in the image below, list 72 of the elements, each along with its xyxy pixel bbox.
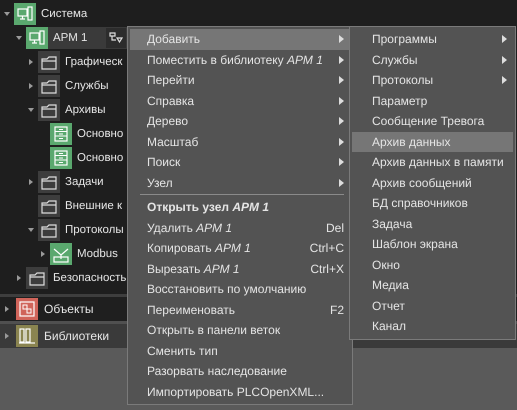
folder-icon: [38, 51, 60, 73]
menu-item[interactable]: Поиск: [130, 152, 350, 172]
tree-item[interactable]: Безопасность: [26, 267, 128, 289]
cabinet-icon: [50, 123, 72, 145]
menu-item[interactable]: Канал: [352, 316, 513, 336]
network-device-icon: [50, 243, 72, 265]
expand-arrow-icon[interactable]: [40, 251, 46, 257]
menu-item[interactable]: Сообщение Тревога: [352, 111, 513, 132]
menu-item[interactable]: Службы: [352, 50, 513, 70]
menu-item[interactable]: Удалить АРМ 1 Del: [130, 218, 350, 238]
tree-item[interactable]: Внешние к: [38, 195, 124, 217]
menu-item[interactable]: БД справочников: [352, 193, 513, 214]
menu-item[interactable]: Импортировать PLCOpenXML...: [130, 382, 350, 402]
computer-icon: [26, 27, 48, 49]
tree-item[interactable]: Службы: [38, 75, 111, 97]
collapse-arrow-icon[interactable]: [28, 227, 34, 233]
blocks-icon: [16, 298, 38, 320]
tree-item[interactable]: АРМ 1: [26, 27, 128, 49]
expand-arrow-icon[interactable]: [28, 59, 34, 65]
tree-item[interactable]: Основно: [50, 123, 126, 145]
folder-icon: [38, 75, 60, 97]
expand-arrow-icon[interactable]: [28, 83, 34, 89]
menu-item[interactable]: Копировать АРМ 1 Ctrl+C: [130, 238, 350, 258]
expand-arrow-icon[interactable]: [4, 333, 10, 339]
books-icon: [16, 325, 38, 347]
computer-icon: [14, 3, 36, 25]
menu-item[interactable]: Параметр: [352, 90, 513, 111]
collapse-arrow-icon[interactable]: [28, 107, 34, 113]
menu-item[interactable]: Задача: [352, 214, 513, 234]
tree-item[interactable]: Архивы: [38, 99, 108, 121]
menu-item[interactable]: Переименовать F2: [130, 300, 350, 320]
filter-button[interactable]: [106, 28, 126, 48]
menu-item[interactable]: Шаблон экрана: [352, 234, 513, 254]
tree-item[interactable]: Задачи: [38, 171, 106, 193]
menu-item[interactable]: Вырезать АРМ 1 Ctrl+X: [130, 258, 350, 279]
menu-item[interactable]: Архив данных в памяти: [352, 152, 513, 172]
folder-icon: [26, 267, 48, 289]
expand-arrow-icon[interactable]: [28, 179, 34, 185]
menu-item[interactable]: Окно: [352, 254, 513, 275]
menu-item[interactable]: Протоколы: [352, 70, 513, 90]
tree-item[interactable]: Протоколы: [38, 219, 126, 241]
folder-icon: [38, 99, 60, 121]
folder-icon: [38, 171, 60, 193]
menu-item[interactable]: Дерево: [130, 111, 350, 132]
menu-item[interactable]: Отчет: [352, 296, 513, 316]
tree-item[interactable]: Графическ: [38, 51, 124, 73]
menu-item[interactable]: Программы: [352, 29, 513, 50]
menu-item[interactable]: Восстановить по умолчанию: [130, 279, 350, 300]
cabinet-icon: [50, 147, 72, 169]
tree-item[interactable]: Основно: [50, 147, 126, 169]
menu-item[interactable]: Поместить в библиотеку АРМ 1: [130, 50, 350, 70]
collapse-arrow-icon[interactable]: [16, 35, 22, 41]
hierarchy-icon: [109, 31, 124, 45]
tree-item[interactable]: Система: [14, 3, 90, 25]
collapse-arrow-icon[interactable]: [4, 11, 10, 17]
menu-item[interactable]: Масштаб: [130, 132, 350, 152]
menu-item[interactable]: Архив сообщений: [352, 172, 513, 193]
menu-item[interactable]: Перейти: [130, 70, 350, 90]
folder-icon: [38, 195, 60, 217]
expand-arrow-icon[interactable]: [16, 275, 22, 281]
menu-item[interactable]: Справка: [130, 90, 350, 111]
menu-item[interactable]: Архив данных: [352, 132, 513, 152]
menu-item[interactable]: Открыть узел АРМ 1: [130, 197, 350, 218]
tree-item[interactable]: Modbus: [50, 243, 120, 265]
menu-item[interactable]: Разорвать наследование: [130, 361, 350, 382]
expand-arrow-icon[interactable]: [4, 306, 10, 312]
folder-icon: [38, 219, 60, 241]
menu-item[interactable]: Открыть в панели веток: [130, 320, 350, 340]
menu-item[interactable]: Узел: [130, 172, 350, 193]
menu-item[interactable]: Добавить: [130, 29, 350, 50]
menu-item[interactable]: Сменить тип: [130, 340, 350, 361]
menu-item[interactable]: Медиа: [352, 275, 513, 296]
